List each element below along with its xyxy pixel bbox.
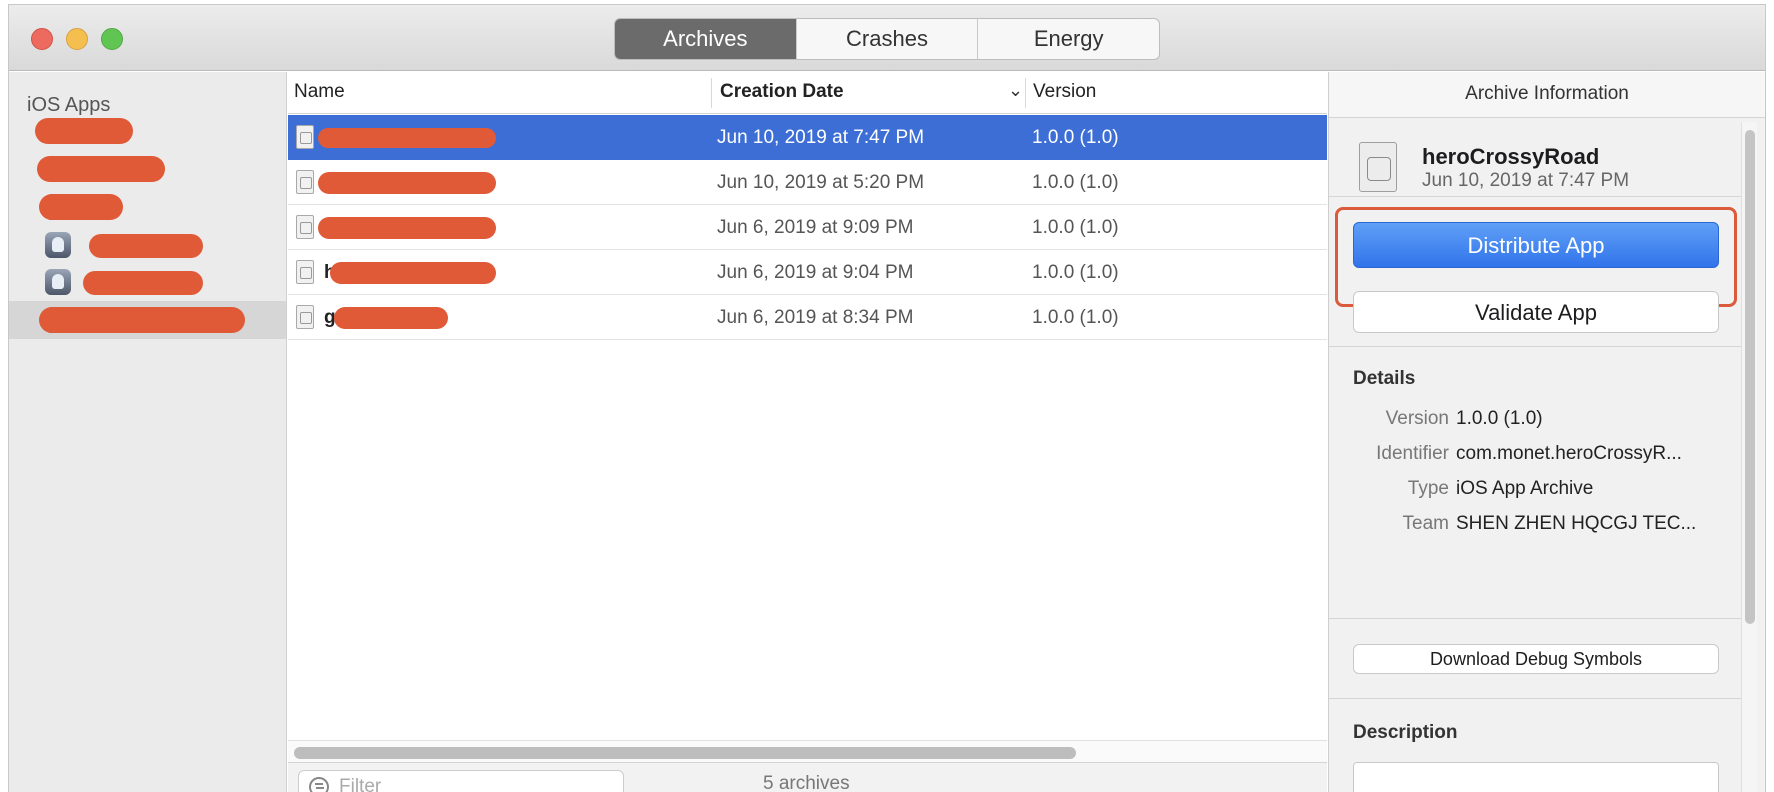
sidebar-item-app[interactable] <box>9 112 286 150</box>
archive-icon <box>296 260 314 284</box>
sidebar-item-app[interactable] <box>9 226 286 264</box>
close-window-button[interactable] <box>31 28 53 50</box>
sidebar-item-app-selected[interactable] <box>9 301 286 339</box>
download-debug-symbols-button[interactable]: Download Debug Symbols <box>1353 644 1719 674</box>
column-name[interactable]: Name <box>294 81 345 103</box>
column-creation-date[interactable]: Creation Date <box>720 81 844 103</box>
archive-date: Jun 10, 2019 at 7:47 PM <box>1422 170 1630 191</box>
filter-placeholder: Filter <box>339 776 382 792</box>
column-version[interactable]: Version <box>1033 81 1096 103</box>
row-date: Jun 6, 2019 at 9:04 PM <box>717 262 914 283</box>
detail-label-team: Team <box>1402 513 1449 534</box>
row-version: 1.0.0 (1.0) <box>1032 262 1119 283</box>
column-header-row: Name Creation Date ⌄ Version <box>288 72 1327 114</box>
table-row[interactable]: Jun 10, 2019 at 7:47 PM 1.0.0 (1.0) <box>288 115 1327 160</box>
detail-value-team: SHEN ZHEN HQCGJ TEC... <box>1456 513 1697 534</box>
redaction-mark <box>39 194 123 220</box>
app-icon <box>45 232 71 258</box>
table-row[interactable]: h Jun 6, 2019 at 9:04 PM 1.0.0 (1.0) <box>288 250 1327 295</box>
archive-document-icon <box>1359 142 1397 192</box>
detail-value-version: 1.0.0 (1.0) <box>1456 408 1543 429</box>
sidebar-item-app[interactable] <box>9 150 286 188</box>
redaction-mark <box>39 307 245 333</box>
archive-icon <box>296 215 314 239</box>
table-row[interactable]: Jun 6, 2019 at 9:09 PM 1.0.0 (1.0) <box>288 205 1327 250</box>
details-heading: Details <box>1353 368 1416 389</box>
redaction-mark <box>330 262 496 284</box>
archive-icon <box>296 305 314 329</box>
detail-value-type: iOS App Archive <box>1456 478 1594 499</box>
description-heading: Description <box>1353 722 1458 743</box>
tab-crashes[interactable]: Crashes <box>797 19 979 59</box>
row-version: 1.0.0 (1.0) <box>1032 307 1119 328</box>
detail-label-type: Type <box>1407 478 1449 499</box>
detail-value-identifier: com.monet.heroCrossyR... <box>1456 443 1682 464</box>
distribute-app-button[interactable]: Distribute App <box>1353 222 1719 268</box>
tab-archives[interactable]: Archives <box>615 19 797 59</box>
filter-field[interactable]: Filter <box>298 770 624 792</box>
zoom-window-button[interactable] <box>101 28 123 50</box>
sidebar: iOS Apps <box>9 72 287 792</box>
archive-count: 5 archives <box>763 773 850 792</box>
archive-app-name: heroCrossyRoad <box>1422 144 1600 169</box>
redaction-mark <box>83 271 203 295</box>
description-field[interactable] <box>1353 762 1719 792</box>
view-switcher: Archives Crashes Energy <box>614 18 1160 60</box>
sidebar-item-app[interactable] <box>9 263 286 301</box>
validate-app-button[interactable]: Validate App <box>1353 291 1719 333</box>
row-date: Jun 6, 2019 at 8:34 PM <box>717 307 914 328</box>
app-icon <box>45 269 71 295</box>
horizontal-scrollbar[interactable] <box>288 740 1327 762</box>
row-date: Jun 6, 2019 at 9:09 PM <box>717 217 914 238</box>
table-row[interactable]: g Jun 6, 2019 at 8:34 PM 1.0.0 (1.0) <box>288 295 1327 340</box>
redaction-mark <box>35 118 133 144</box>
row-version: 1.0.0 (1.0) <box>1032 217 1119 238</box>
row-date: Jun 10, 2019 at 7:47 PM <box>717 127 925 148</box>
archive-inspector: Archive Information heroCrossyRoad Jun 1… <box>1328 72 1765 792</box>
redaction-mark <box>318 172 496 194</box>
redaction-mark <box>334 307 448 329</box>
title-bar: Archives Crashes Energy <box>9 5 1765 71</box>
redaction-mark <box>37 156 165 182</box>
archive-icon <box>296 125 314 149</box>
vertical-scrollbar[interactable] <box>1741 122 1757 792</box>
row-version: 1.0.0 (1.0) <box>1032 172 1119 193</box>
row-version: 1.0.0 (1.0) <box>1032 127 1119 148</box>
detail-label-version: Version <box>1385 408 1449 429</box>
chevron-down-icon: ⌄ <box>1008 80 1024 100</box>
detail-label-identifier: Identifier <box>1376 443 1449 464</box>
redaction-mark <box>89 234 203 258</box>
scrollbar-thumb[interactable] <box>1745 130 1755 624</box>
filter-icon <box>309 777 329 792</box>
archive-icon <box>296 170 314 194</box>
organizer-window: Archives Crashes Energy iOS Apps Name Cr… <box>8 4 1766 792</box>
row-date: Jun 10, 2019 at 5:20 PM <box>717 172 925 193</box>
inspector-title: Archive Information <box>1329 72 1765 118</box>
scrollbar-thumb[interactable] <box>294 747 1076 759</box>
list-footer: Filter 5 archives <box>288 762 1327 792</box>
tab-energy[interactable]: Energy <box>978 19 1159 59</box>
minimize-window-button[interactable] <box>66 28 88 50</box>
archive-list: Name Creation Date ⌄ Version Jun 10, 201… <box>288 72 1327 792</box>
sidebar-item-app[interactable] <box>9 188 286 226</box>
redaction-mark <box>318 128 496 148</box>
table-row[interactable]: Jun 10, 2019 at 5:20 PM 1.0.0 (1.0) <box>288 160 1327 205</box>
redaction-mark <box>318 217 496 239</box>
